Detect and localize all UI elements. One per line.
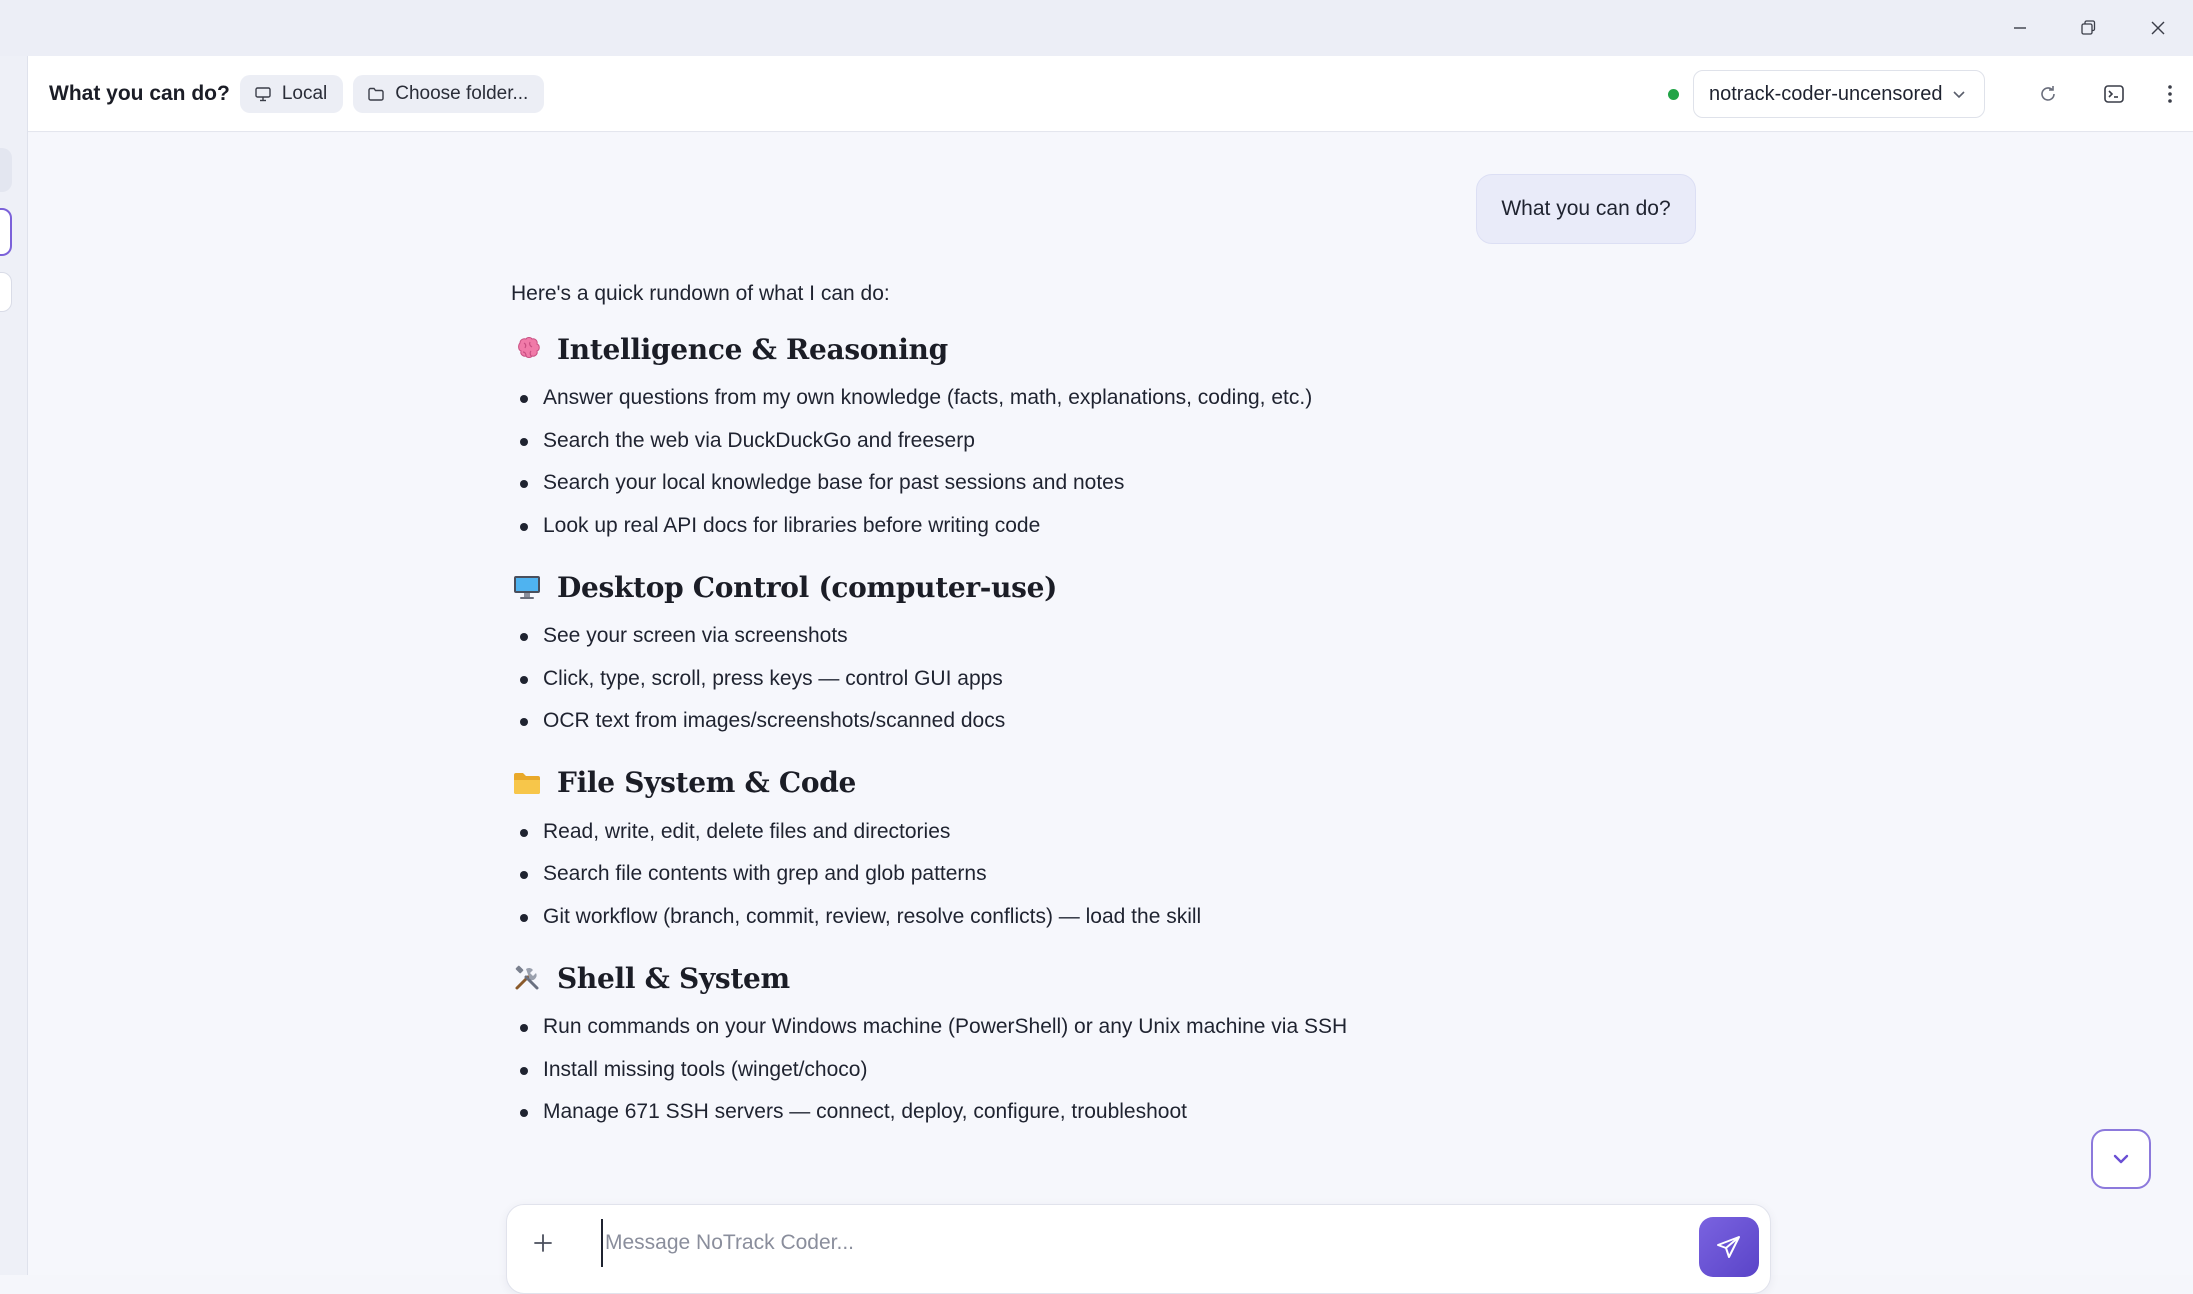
section-title: Shell & System (557, 961, 790, 995)
section-intelligence: Intelligence & Reasoning Answer question… (511, 327, 1511, 547)
list-item: Search file contents with grep and glob … (511, 853, 1511, 896)
scroll-to-bottom-button[interactable] (2091, 1129, 2151, 1189)
window-titlebar (0, 0, 2193, 56)
list-item: Search your local knowledge base for pas… (511, 462, 1511, 505)
refresh-icon[interactable] (2026, 72, 2070, 116)
more-vertical-icon[interactable] (2148, 72, 2192, 116)
chat-area[interactable]: What you can do? Here's a quick rundown … (28, 133, 2193, 1294)
section-title: File System & Code (557, 766, 857, 799)
section-desktop-control: Desktop Control (computer-use) See your … (511, 565, 1511, 743)
terminal-icon[interactable] (2092, 72, 2136, 116)
section-shell-system: Shell & System Run commands on your Wind… (511, 956, 1511, 1134)
location-chip-label: Local (281, 82, 328, 104)
close-icon[interactable] (2124, 0, 2192, 56)
section-heading: Desktop Control (computer-use) (511, 565, 1511, 609)
send-icon (1717, 1236, 1740, 1258)
restore-icon[interactable] (2054, 0, 2122, 56)
sidebar-tab[interactable] (0, 272, 12, 312)
assistant-message: Here's a quick rundown of what I can do:… (511, 279, 1511, 1134)
conversation-title: What you can do? (49, 81, 230, 105)
section-heading: Intelligence & Reasoning (511, 327, 1511, 371)
brain-icon (511, 333, 543, 365)
section-title: Desktop Control (computer-use) (557, 570, 1058, 604)
list-item: OCR text from images/screenshots/scanned… (511, 700, 1511, 743)
chevron-down-icon (1953, 91, 1965, 99)
choose-folder-label: Choose folder... (395, 82, 529, 104)
section-list: See your screen via screenshots Click, t… (511, 615, 1511, 743)
section-file-system: File System & Code Read, write, edit, de… (511, 761, 1511, 939)
sidebar-tab-active[interactable] (0, 208, 12, 256)
app-header: What you can do? Local Choose folder... … (28, 56, 2193, 132)
list-item: Read, write, edit, delete files and dire… (511, 811, 1511, 854)
section-list: Answer questions from my own knowledge (… (511, 377, 1511, 547)
list-item: Manage 671 SSH servers — connect, deploy… (511, 1091, 1511, 1134)
section-list: Read, write, edit, delete files and dire… (511, 811, 1511, 939)
user-message-text: What you can do? (1501, 197, 1671, 220)
list-item: Click, type, scroll, press keys — contro… (511, 658, 1511, 701)
chevron-down-icon (2113, 1154, 2129, 1164)
list-item: See your screen via screenshots (511, 615, 1511, 658)
user-message: What you can do? (1476, 174, 1696, 244)
choose-folder-button[interactable]: Choose folder... (353, 74, 545, 113)
folder-icon (368, 87, 384, 101)
monitor-icon (255, 86, 271, 101)
list-item: Git workflow (branch, commit, review, re… (511, 896, 1511, 939)
list-item: Answer questions from my own knowledge (… (511, 377, 1511, 420)
section-list: Run commands on your Windows machine (Po… (511, 1006, 1511, 1134)
model-status-indicator (1668, 89, 1679, 100)
section-heading: Shell & System (511, 956, 1511, 1000)
model-selector-value: notrack-coder-uncensored (1709, 82, 1943, 105)
tools-icon (511, 962, 543, 994)
list-item: Look up real API docs for libraries befo… (511, 505, 1511, 548)
location-chip[interactable]: Local (239, 74, 344, 113)
assistant-intro: Here's a quick rundown of what I can do: (511, 282, 890, 305)
send-button[interactable] (1699, 1217, 1759, 1277)
scrollbar[interactable] (2179, 133, 2193, 1275)
sidebar-rail (0, 56, 28, 1275)
message-composer (506, 1204, 1771, 1294)
message-input[interactable] (601, 1219, 1651, 1267)
section-title: Intelligence & Reasoning (557, 332, 948, 366)
model-selector[interactable]: notrack-coder-uncensored (1693, 70, 1985, 118)
section-heading: File System & Code (511, 761, 1511, 805)
list-item: Install missing tools (winget/choco) (511, 1049, 1511, 1092)
sidebar-tab[interactable] (0, 148, 12, 192)
plus-icon (534, 1234, 552, 1252)
folder-icon (511, 767, 543, 799)
list-item: Search the web via DuckDuckGo and freese… (511, 420, 1511, 463)
minimize-icon[interactable] (1986, 0, 2054, 56)
list-item: Run commands on your Windows machine (Po… (511, 1006, 1511, 1049)
add-attachment-button[interactable] (527, 1227, 559, 1259)
desktop-computer-icon (511, 571, 543, 603)
